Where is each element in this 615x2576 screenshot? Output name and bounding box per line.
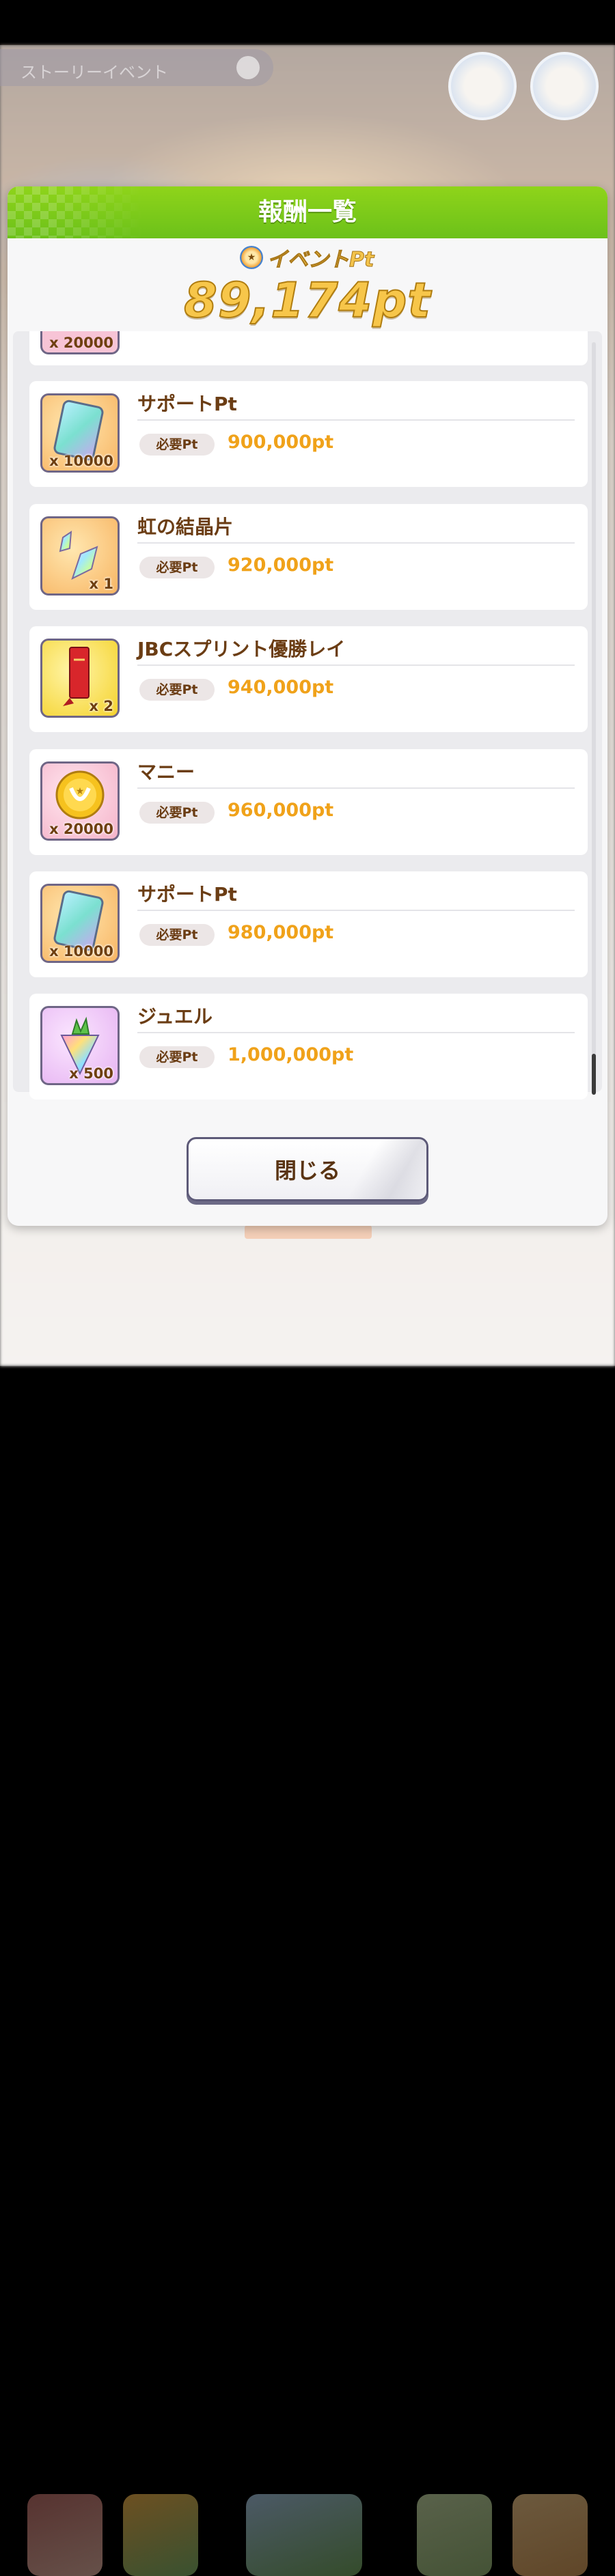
event-pt-icon: ★ — [240, 246, 263, 269]
background-nav-home-icon — [246, 2494, 362, 2576]
required-pt-value: 900,000pt — [228, 432, 334, 453]
reward-item: x 1 虹の結晶片 必要Pt 920,000pt — [29, 504, 588, 610]
reward-item: x 10000 サポートPt 必要Pt 900,000pt — [29, 381, 588, 487]
background-nav-story-icon — [123, 2494, 198, 2576]
jewel-icon: x 500 — [40, 1006, 120, 1085]
required-pt-badge: 必要Pt — [139, 434, 215, 456]
reward-item: ★ x 20000 マニー 必要Pt 960,000pt — [29, 749, 588, 855]
dialog-header: 報酬一覧 — [8, 186, 607, 238]
reward-qty: x 500 — [69, 1065, 113, 1082]
victory-lei-icon: x 2 — [40, 639, 120, 718]
required-pt-badge: 必要Pt — [139, 802, 215, 824]
rainbow-crystal-shard-icon: x 1 — [40, 516, 120, 596]
close-button-label: 閉じる — [274, 1158, 340, 1184]
button-sheen — [339, 1139, 426, 1199]
divider — [137, 542, 575, 544]
divider — [137, 664, 575, 666]
dialog-title: 報酬一覧 — [258, 198, 357, 226]
divider — [137, 787, 575, 789]
event-pt-label-row: ★ イベントPt — [240, 244, 374, 272]
divider — [137, 1032, 575, 1033]
money-coin-icon: x 20000 — [40, 331, 120, 354]
background-nav-gacha-icon — [512, 2494, 588, 2576]
event-pt-value: 89,174pt — [183, 272, 431, 329]
reward-qty: x 1 — [89, 576, 113, 592]
reward-name: JBCスプリント優勝レイ — [137, 638, 346, 660]
scrollbar-thumb[interactable] — [592, 1054, 596, 1095]
required-pt-badge: 必要Pt — [139, 679, 215, 701]
reward-item-partial: x 20000 — [29, 331, 588, 365]
reward-qty: x 2 — [89, 698, 113, 714]
close-button[interactable]: 閉じる — [187, 1137, 428, 1201]
required-pt-badge: 必要Pt — [139, 557, 215, 578]
background-nav-training-icon — [27, 2494, 102, 2576]
status-bar — [0, 0, 615, 45]
scrollbar-track[interactable] — [592, 342, 596, 1093]
divider — [137, 419, 575, 421]
reward-qty: x 20000 — [49, 335, 113, 351]
reward-item: x 500 ジュエル 必要Pt 1,000,000pt — [29, 994, 588, 1100]
reward-name: マニー — [137, 761, 195, 783]
rewards-dialog: 報酬一覧 ★ イベントPt 89,174pt x 20000 x 10000 サ… — [8, 186, 607, 1226]
reward-qty: x 20000 — [49, 821, 113, 837]
reward-name: サポートPt — [137, 393, 237, 415]
support-pt-ticket-icon: x 10000 — [40, 393, 120, 473]
required-pt-value: 940,000pt — [228, 677, 334, 698]
reward-item: x 10000 サポートPt 必要Pt 980,000pt — [29, 871, 588, 977]
support-pt-ticket-icon: x 10000 — [40, 884, 120, 963]
reward-qty: x 10000 — [49, 453, 113, 469]
required-pt-value: 960,000pt — [228, 800, 334, 821]
required-pt-value: 1,000,000pt — [228, 1044, 354, 1065]
divider — [137, 910, 575, 911]
required-pt-value: 980,000pt — [228, 922, 334, 943]
required-pt-badge: 必要Pt — [139, 1046, 215, 1068]
event-pt-label: イベントPt — [266, 248, 374, 272]
reward-qty: x 10000 — [49, 943, 113, 960]
background-nav-race-icon — [417, 2494, 492, 2576]
required-pt-badge: 必要Pt — [139, 924, 215, 946]
reward-name: ジュエル — [137, 1005, 213, 1028]
required-pt-value: 920,000pt — [228, 555, 334, 576]
money-coin-icon: ★ x 20000 — [40, 761, 120, 841]
svg-text:★: ★ — [76, 786, 85, 797]
reward-name: サポートPt — [137, 883, 237, 906]
reward-item: x 2 JBCスプリント優勝レイ 必要Pt 940,000pt — [29, 626, 588, 732]
reward-name: 虹の結晶片 — [137, 516, 234, 538]
